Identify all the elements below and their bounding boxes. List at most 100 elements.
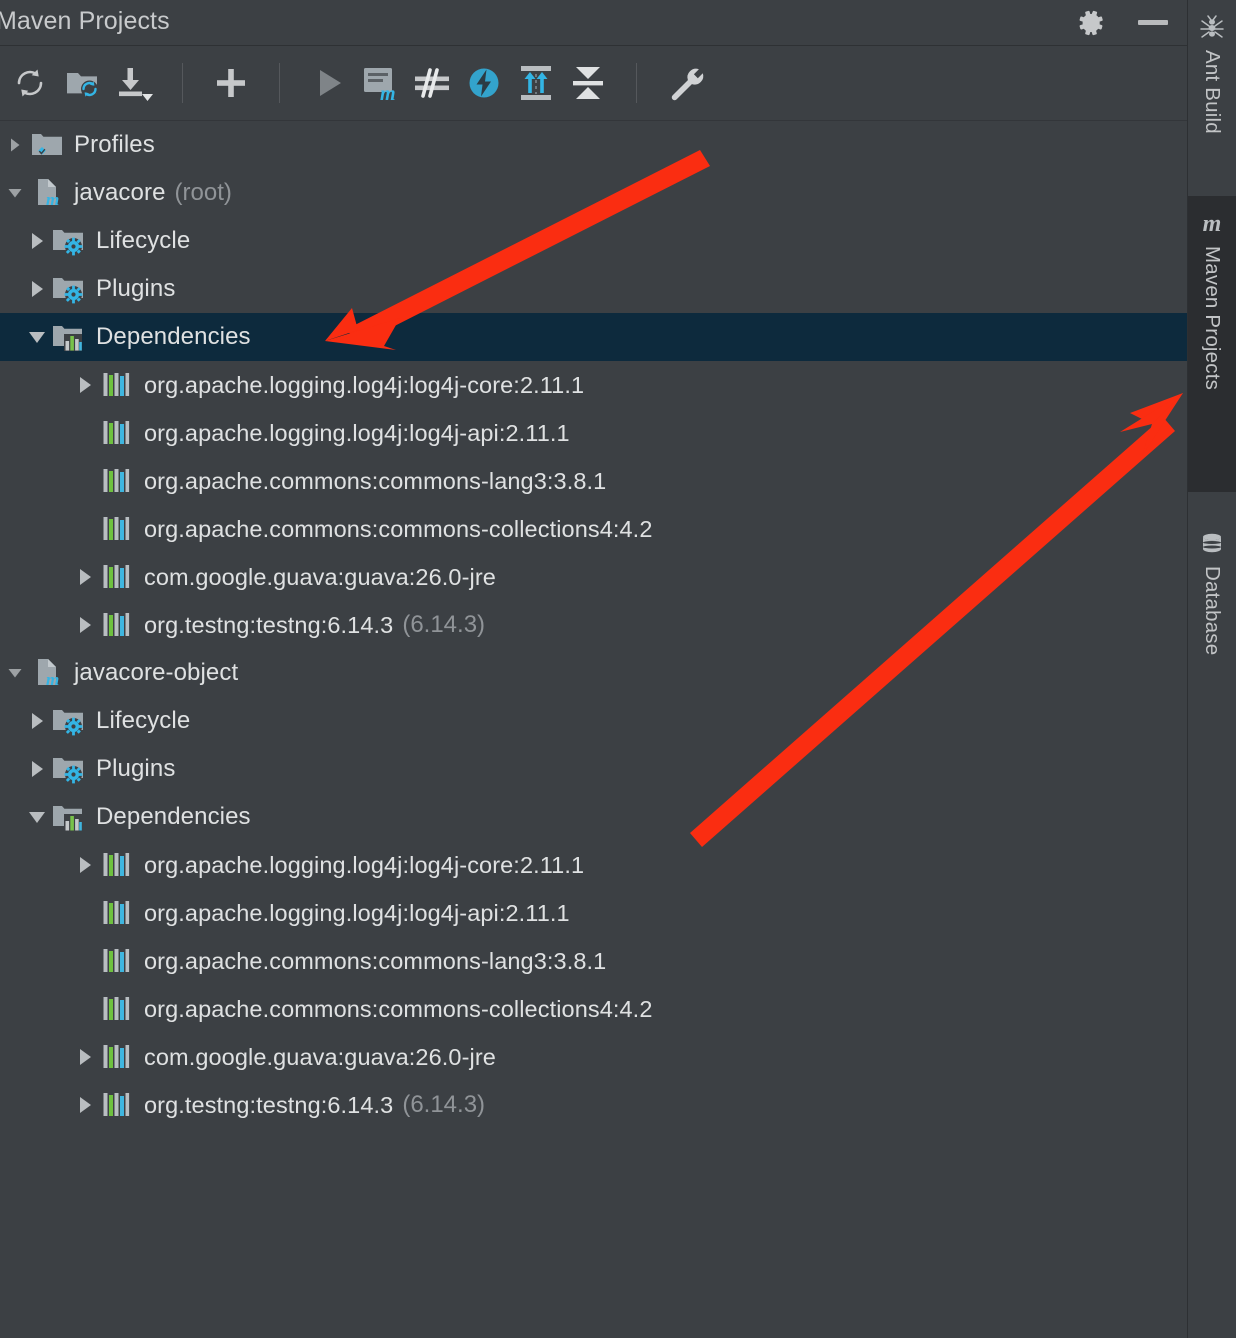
toolbar-separator-3 bbox=[636, 63, 637, 103]
tree-row-label: javacore-object bbox=[74, 659, 239, 686]
expand-all-icon[interactable] bbox=[510, 55, 562, 111]
svg-text:m: m bbox=[380, 83, 396, 105]
wrench-icon[interactable] bbox=[659, 55, 711, 111]
tree-row[interactable]: Profiles bbox=[0, 121, 1187, 169]
tree-row[interactable]: m javacore-object bbox=[0, 649, 1187, 697]
tree-row-label: org.apache.commons:commons-lang3:3.8.1 bbox=[144, 467, 607, 494]
folder-refresh-icon[interactable] bbox=[56, 55, 108, 111]
tree-row[interactable]: org.apache.logging.log4j:log4j-core:2.11… bbox=[0, 841, 1187, 889]
tree-row-label: javacore bbox=[74, 179, 166, 206]
offline-mode-icon[interactable] bbox=[458, 55, 510, 111]
tree-row-label: Lifecycle bbox=[96, 227, 191, 254]
folder-gear-icon bbox=[52, 752, 86, 786]
tree-row-label: org.apache.logging.log4j:log4j-core:2.11… bbox=[144, 851, 585, 878]
play-icon[interactable] bbox=[302, 55, 354, 111]
maven-m-icon: m bbox=[1197, 208, 1227, 238]
dependency-bars-icon bbox=[100, 512, 134, 546]
svg-text:m: m bbox=[1203, 211, 1222, 237]
stripe-tab-database[interactable]: Database bbox=[1188, 516, 1236, 716]
tree-row-label: org.apache.commons:commons-lang3:3.8.1 bbox=[144, 947, 607, 974]
folder-gear-icon bbox=[52, 272, 86, 306]
download-dropdown-icon[interactable] bbox=[108, 55, 160, 111]
tree-row-label: org.testng:testng:6.14.3 bbox=[144, 1091, 394, 1118]
chevron-right-icon[interactable] bbox=[22, 217, 52, 265]
tree-row-label: org.apache.logging.log4j:log4j-api:2.11.… bbox=[144, 899, 570, 926]
refresh-icon[interactable] bbox=[4, 55, 56, 111]
tree-row-label: org.apache.logging.log4j:log4j-core:2.11… bbox=[144, 371, 585, 398]
tree-row-label: Plugins bbox=[96, 755, 176, 782]
chevron-right-icon[interactable] bbox=[0, 121, 30, 169]
svg-text:m: m bbox=[46, 190, 59, 209]
chevron-right-icon[interactable] bbox=[70, 553, 100, 601]
tree-row[interactable]: org.testng:testng:6.14.3 (6.14.3) bbox=[0, 1081, 1187, 1129]
chevron-down-icon[interactable] bbox=[22, 793, 52, 841]
maven-project-tree[interactable]: Profiles m javacore (root) Lifecycle Plugins D… bbox=[0, 121, 1187, 1129]
header-actions bbox=[1075, 0, 1169, 45]
minimize-icon[interactable] bbox=[1137, 7, 1169, 39]
maven-module-icon: m bbox=[30, 176, 64, 210]
tree-row[interactable]: com.google.guava:guava:26.0-jre bbox=[0, 553, 1187, 601]
chevron-right-icon[interactable] bbox=[70, 601, 100, 649]
chevron-down-icon[interactable] bbox=[22, 313, 52, 361]
stripe-tab-ant-build[interactable]: Ant Build bbox=[1188, 0, 1236, 196]
dependency-bars-icon bbox=[100, 944, 134, 978]
database-icon bbox=[1197, 528, 1227, 558]
tree-row-label: org.apache.logging.log4j:log4j-api:2.11.… bbox=[144, 419, 570, 446]
tree-row[interactable]: org.apache.logging.log4j:log4j-api:2.11.… bbox=[0, 409, 1187, 457]
chevron-right-icon[interactable] bbox=[22, 697, 52, 745]
chevron-right-icon[interactable] bbox=[70, 361, 100, 409]
tree-row[interactable]: org.apache.logging.log4j:log4j-api:2.11.… bbox=[0, 889, 1187, 937]
skip-tests-icon[interactable] bbox=[406, 55, 458, 111]
stripe-tab-label: Maven Projects bbox=[1201, 246, 1224, 391]
chevron-right-icon[interactable] bbox=[70, 1033, 100, 1081]
gear-icon[interactable] bbox=[1075, 7, 1107, 39]
dependency-bars-icon bbox=[100, 848, 134, 882]
tree-row[interactable]: org.apache.commons:commons-collections4:… bbox=[0, 985, 1187, 1033]
collapse-all-icon[interactable] bbox=[562, 55, 614, 111]
toolbar-separator-1 bbox=[182, 63, 183, 103]
chevron-down-icon[interactable] bbox=[0, 649, 30, 697]
tree-row-label: org.apache.commons:commons-collections4:… bbox=[144, 515, 653, 542]
tree-row[interactable]: Lifecycle bbox=[0, 217, 1187, 265]
dependency-bars-icon bbox=[100, 1088, 134, 1122]
tree-row[interactable]: org.testng:testng:6.14.3 (6.14.3) bbox=[0, 601, 1187, 649]
panel-title: Maven Projects bbox=[0, 7, 170, 35]
chevron-right-icon[interactable] bbox=[22, 265, 52, 313]
dependency-bars-icon bbox=[100, 464, 134, 498]
plus-icon[interactable] bbox=[205, 55, 257, 111]
tree-row[interactable]: Lifecycle bbox=[0, 697, 1187, 745]
dependency-bars-icon bbox=[100, 896, 134, 930]
tree-row[interactable]: org.apache.logging.log4j:log4j-core:2.11… bbox=[0, 361, 1187, 409]
chevron-right-icon[interactable] bbox=[22, 745, 52, 793]
toolbar-separator-2 bbox=[279, 63, 280, 103]
tree-row[interactable]: com.google.guava:guava:26.0-jre bbox=[0, 1033, 1187, 1081]
ant-icon bbox=[1197, 12, 1227, 42]
tree-row[interactable]: m javacore (root) bbox=[0, 169, 1187, 217]
folder-profiles-icon bbox=[30, 128, 64, 162]
tree-row-label: Lifecycle bbox=[96, 707, 191, 734]
chevron-down-icon[interactable] bbox=[0, 169, 30, 217]
panel-header: Maven Projects bbox=[0, 0, 1187, 46]
tree-row[interactable]: Dependencies bbox=[0, 313, 1187, 361]
dependency-bars-icon bbox=[100, 608, 134, 642]
tree-row-sublabel: (root) bbox=[174, 179, 232, 206]
maven-toolbar: m bbox=[0, 46, 1187, 121]
maven-terminal-icon[interactable]: m bbox=[354, 55, 406, 111]
tree-row-sublabel: (6.14.3) bbox=[402, 611, 486, 638]
tree-row-label: org.testng:testng:6.14.3 bbox=[144, 611, 394, 638]
maven-panel: Maven Projects m Profiles m javacore (ro… bbox=[0, 0, 1187, 1338]
tree-row[interactable]: Dependencies bbox=[0, 793, 1187, 841]
tree-row[interactable]: Plugins bbox=[0, 265, 1187, 313]
chevron-right-icon[interactable] bbox=[70, 1081, 100, 1129]
tree-row[interactable]: org.apache.commons:commons-collections4:… bbox=[0, 505, 1187, 553]
tree-row-sublabel: (6.14.3) bbox=[402, 1091, 486, 1118]
tree-row-label: com.google.guava:guava:26.0-jre bbox=[144, 563, 496, 590]
folder-dependencies-icon bbox=[52, 320, 86, 354]
tree-row[interactable]: org.apache.commons:commons-lang3:3.8.1 bbox=[0, 457, 1187, 505]
tree-row[interactable]: Plugins bbox=[0, 745, 1187, 793]
dependency-bars-icon bbox=[100, 368, 134, 402]
maven-projects-tool-window: Maven Projects m Profiles m javacore (ro… bbox=[0, 0, 1236, 1338]
chevron-right-icon[interactable] bbox=[70, 841, 100, 889]
tree-row[interactable]: org.apache.commons:commons-lang3:3.8.1 bbox=[0, 937, 1187, 985]
stripe-tab-maven-projects[interactable]: m Maven Projects bbox=[1188, 196, 1236, 492]
